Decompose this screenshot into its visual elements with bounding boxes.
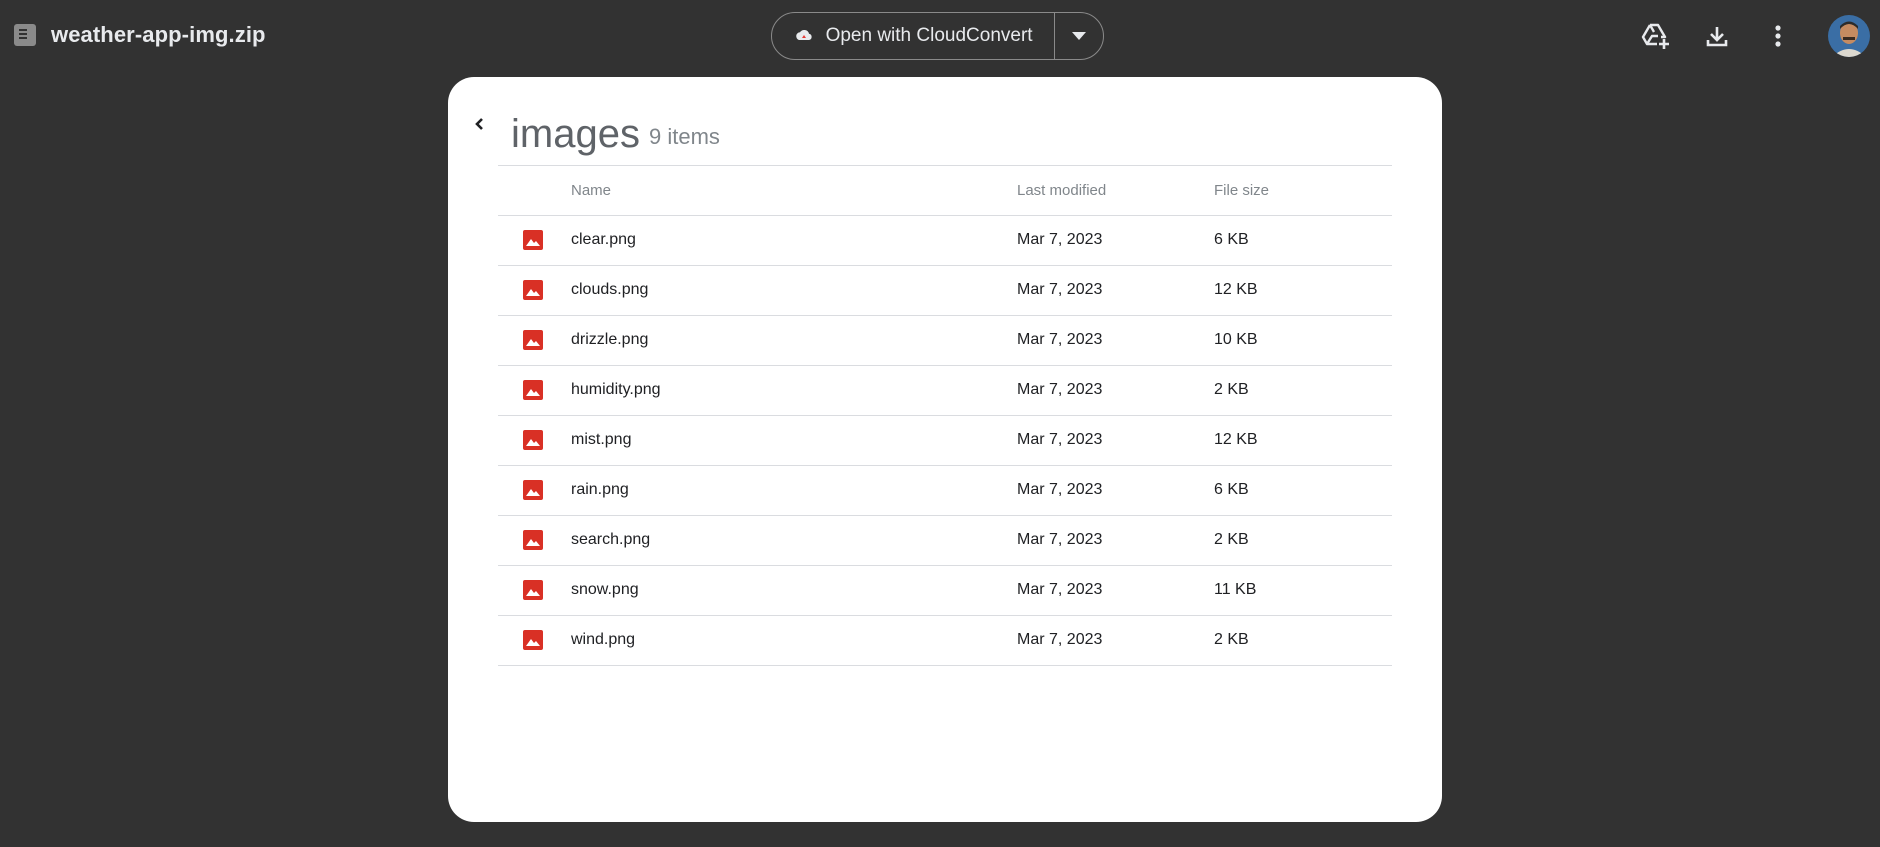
image-file-icon bbox=[523, 480, 543, 500]
file-modified-date: Mar 7, 2023 bbox=[1017, 581, 1103, 598]
table-body: clear.png Mar 7, 2023 6 KB clouds.png Mar 7,… bbox=[498, 216, 1392, 666]
file-modified-date: Mar 7, 2023 bbox=[1017, 531, 1103, 548]
image-file-icon bbox=[523, 580, 543, 600]
cloudconvert-icon bbox=[795, 29, 812, 40]
more-options-button[interactable] bbox=[1760, 18, 1796, 54]
file-name: humidity.png bbox=[571, 381, 661, 398]
image-file-icon bbox=[523, 230, 543, 250]
file-size: 10 KB bbox=[1214, 331, 1258, 348]
file-size: 11 KB bbox=[1214, 581, 1257, 598]
back-button[interactable] bbox=[468, 113, 490, 135]
table-row[interactable]: mist.png Mar 7, 2023 12 KB bbox=[498, 416, 1392, 466]
file-modified-date: Mar 7, 2023 bbox=[1017, 431, 1103, 448]
file-modified-date: Mar 7, 2023 bbox=[1017, 481, 1103, 498]
file-name: clouds.png bbox=[571, 281, 649, 298]
download-icon bbox=[1706, 27, 1728, 47]
file-modified-date: Mar 7, 2023 bbox=[1017, 231, 1103, 248]
file-title: weather-app-img.zip bbox=[51, 22, 266, 47]
file-name: snow.png bbox=[571, 581, 639, 598]
file-size: 12 KB bbox=[1214, 431, 1258, 448]
more-vert-icon bbox=[1775, 25, 1781, 47]
file-name: clear.png bbox=[571, 231, 636, 248]
table-row[interactable]: clear.png Mar 7, 2023 6 KB bbox=[498, 216, 1392, 266]
open-with-group: Open with CloudConvert bbox=[771, 12, 1104, 60]
file-name: search.png bbox=[571, 531, 651, 548]
table-row[interactable]: snow.png Mar 7, 2023 11 KB bbox=[498, 566, 1392, 616]
file-modified-date: Mar 7, 2023 bbox=[1017, 381, 1103, 398]
file-size: 6 KB bbox=[1214, 481, 1249, 498]
file-name: rain.png bbox=[571, 481, 629, 498]
table-row[interactable]: clouds.png Mar 7, 2023 12 KB bbox=[498, 266, 1392, 316]
open-with-options-button[interactable] bbox=[1055, 13, 1103, 59]
table-row[interactable]: search.png Mar 7, 2023 2 KB bbox=[498, 516, 1392, 566]
file-size: 2 KB bbox=[1214, 631, 1249, 648]
file-size: 2 KB bbox=[1214, 381, 1249, 398]
folder-title: images bbox=[511, 112, 640, 156]
file-size: 2 KB bbox=[1214, 531, 1249, 548]
file-size: 6 KB bbox=[1214, 231, 1249, 248]
account-avatar[interactable] bbox=[1828, 15, 1870, 57]
column-header-last-modified[interactable]: Last modified bbox=[1017, 182, 1106, 199]
file-name: wind.png bbox=[571, 631, 636, 648]
image-file-icon bbox=[523, 330, 543, 350]
image-file-icon bbox=[523, 530, 543, 550]
image-file-icon bbox=[523, 280, 543, 300]
top-bar: weather-app-img.zip Open with CloudConve… bbox=[0, 0, 1880, 72]
column-header-name[interactable]: Name bbox=[571, 182, 611, 199]
column-header-file-size[interactable]: File size bbox=[1214, 182, 1269, 199]
add-to-drive-icon bbox=[1641, 23, 1669, 49]
table-row[interactable]: drizzle.png Mar 7, 2023 10 KB bbox=[498, 316, 1392, 366]
image-file-icon bbox=[523, 430, 543, 450]
file-name: drizzle.png bbox=[571, 331, 649, 348]
add-to-drive-button[interactable] bbox=[1638, 18, 1674, 54]
image-file-icon bbox=[523, 630, 543, 650]
file-size: 12 KB bbox=[1214, 281, 1258, 298]
table-row[interactable]: wind.png Mar 7, 2023 2 KB bbox=[498, 616, 1392, 666]
archive-viewer-panel: images 9 items Name Last modified File s… bbox=[448, 77, 1442, 822]
zip-file-icon bbox=[14, 24, 36, 46]
file-modified-date: Mar 7, 2023 bbox=[1017, 331, 1103, 348]
table-header: Name Last modified File size bbox=[498, 165, 1392, 216]
item-count: 9 items bbox=[649, 124, 720, 149]
table-row[interactable]: rain.png Mar 7, 2023 6 KB bbox=[498, 466, 1392, 516]
chevron-left-icon bbox=[475, 118, 483, 130]
image-file-icon bbox=[523, 380, 543, 400]
table-row[interactable]: humidity.png Mar 7, 2023 2 KB bbox=[498, 366, 1392, 416]
chevron-down-icon bbox=[1072, 32, 1087, 40]
avatar-image bbox=[1828, 15, 1870, 57]
file-table: Name Last modified File size clear.png Ma… bbox=[498, 165, 1392, 666]
file-modified-date: Mar 7, 2023 bbox=[1017, 631, 1103, 648]
file-name: mist.png bbox=[571, 431, 632, 448]
file-modified-date: Mar 7, 2023 bbox=[1017, 281, 1103, 298]
open-with-label: Open with CloudConvert bbox=[825, 25, 1033, 46]
download-button[interactable] bbox=[1699, 18, 1735, 54]
open-with-cloudconvert-button[interactable]: Open with CloudConvert bbox=[772, 13, 1054, 59]
